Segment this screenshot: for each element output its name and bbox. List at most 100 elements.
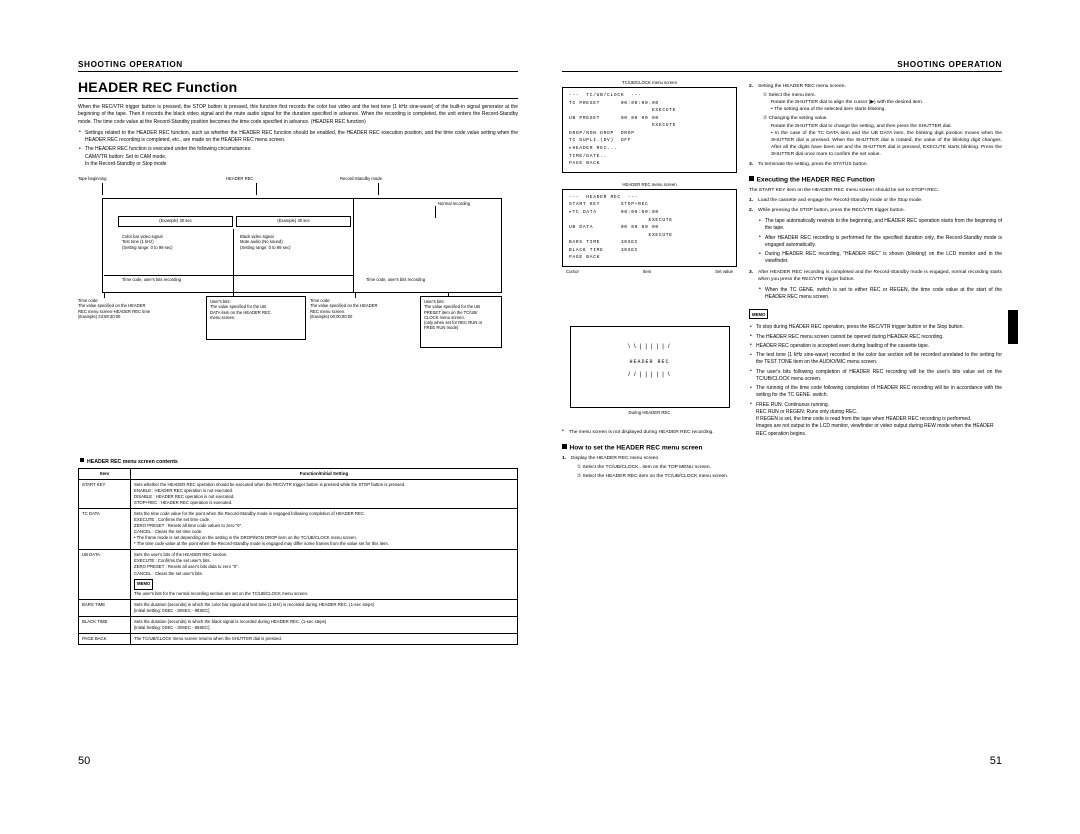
viewfinder-caption: During HEADER REC bbox=[628, 409, 671, 415]
condition-1: CAM/VTR button: Set to CAM mode. bbox=[85, 153, 167, 160]
substep: ① Select the TC/UB/CLOCK.. item on the T… bbox=[571, 464, 737, 471]
list-item: The running of the time code following c… bbox=[749, 385, 1002, 400]
substep-detail: Rotate the SHUTTER dial to change the se… bbox=[771, 123, 952, 129]
step-text: Load the cassette and engage the Record-… bbox=[758, 197, 923, 203]
desc-line: * The time code value at the point when … bbox=[134, 541, 389, 547]
diagram-label-header-rec: HEADER REC bbox=[226, 176, 254, 181]
tick-d bbox=[435, 206, 436, 218]
leader-1 bbox=[104, 293, 105, 298]
list-item: 3. After HEADER REC recording is complet… bbox=[749, 269, 1002, 302]
legend-item: Item bbox=[642, 268, 652, 274]
row-desc: Sets the duration (seconds) in which the… bbox=[130, 598, 518, 617]
how-to-steps: 1. Display the HEADER REC menu screen. ①… bbox=[562, 455, 737, 480]
list-item: The tape automatically rewinds to the be… bbox=[758, 218, 1002, 233]
circled-1-icon: ① bbox=[763, 92, 768, 98]
substep-text: Changing the setting value. bbox=[768, 116, 828, 122]
tc-ub-clock-menu-screen: --- TC/UB/CLOCK --- TC PRESET 00:00:00:0… bbox=[562, 87, 737, 173]
step-number: 1. bbox=[749, 197, 754, 203]
leader-2 bbox=[233, 293, 234, 296]
note-1-box: Time code: The value specified on the HE… bbox=[78, 298, 208, 342]
table-row: START KEY Sets whether the HEADER REC op… bbox=[78, 479, 518, 510]
desc-line: [Initial Setting: 0SEC - 30SEC - 99SEC] bbox=[134, 624, 210, 630]
step-bullets: The tape automatically rewinds to the be… bbox=[758, 218, 1002, 266]
legend-cursor: Cursor bbox=[566, 268, 579, 274]
running-head-right: SHOOTING OPERATION bbox=[897, 60, 1002, 69]
list-item: During HEADER REC recording, "HEADER REC… bbox=[758, 251, 1002, 266]
desc-line: STOP+REC : HEADER REC operation is execu… bbox=[134, 500, 233, 506]
step-bullets: When the TC GENE. switch is set to eithe… bbox=[758, 286, 1002, 302]
tick-b bbox=[256, 183, 257, 195]
row-item: START KEY bbox=[78, 479, 131, 510]
table-row: UB DATA Sets the user's bits of the HEAD… bbox=[78, 549, 518, 600]
substep-detail: • In the case of the TC DATA item and th… bbox=[771, 130, 1002, 157]
note-4-box: User's bits: The value specified for the… bbox=[420, 296, 502, 348]
row-item: BLACK TIME bbox=[78, 615, 131, 634]
square-bullet-icon bbox=[80, 458, 84, 462]
bullet-icon: • bbox=[562, 428, 564, 435]
list-item: HEADER REC operation is accepted even du… bbox=[749, 342, 1002, 350]
step-number: 2. bbox=[749, 207, 754, 213]
substep: ② Changing the setting value. Rotate the… bbox=[758, 115, 1002, 158]
section-heading-how-to-set: How to set the HEADER REC menu screen bbox=[562, 444, 737, 452]
step-number: 3. bbox=[749, 162, 754, 168]
note-2-box: User's bits: The value specified for the… bbox=[206, 296, 306, 340]
diagram-label-example-30a: (Example) 30 sec bbox=[159, 217, 192, 223]
memo-extra-4: Images are not output to the LCD monitor… bbox=[756, 423, 994, 437]
circled-2-icon: ② bbox=[577, 472, 582, 478]
step-number: 1. bbox=[562, 455, 567, 461]
col-header-item: Item bbox=[78, 467, 131, 481]
diagram-label-record-standby: Record-Standby mode bbox=[340, 176, 382, 181]
head-rule-right bbox=[562, 71, 1002, 72]
table-row: BLACK TIME Sets the duration (seconds) i… bbox=[78, 615, 518, 634]
list-item: The test tone (1 kHz sine-wave) recorded… bbox=[749, 352, 1002, 367]
diagram-label-tcub-left: Time code, user's bits recording bbox=[122, 277, 182, 282]
table-header-row: Item Function/Initial Setting bbox=[78, 467, 518, 481]
tick-c bbox=[378, 183, 379, 195]
note-text: The menu screen is not displayed during … bbox=[569, 429, 714, 435]
memo-extra-1: FREE RUN: Continuous running. bbox=[756, 401, 830, 408]
square-bullet-icon bbox=[562, 444, 567, 449]
step-text: To terminate the setting, press the STAT… bbox=[758, 162, 868, 168]
table-row: TC DATA Sets the time code value for the… bbox=[78, 508, 518, 551]
desc-line: CANCEL : Clears the set user's bits. bbox=[134, 570, 203, 576]
substep-detail: Rotate the SHUTTER dial to align the cur… bbox=[771, 100, 924, 106]
list-item: The HEADER REC menu screen cannot be ope… bbox=[749, 333, 1002, 341]
memo-block: MEMO To stop during HEADER REC operation… bbox=[749, 307, 1002, 438]
table-row: BARS TIME Sets the duration (seconds) in… bbox=[78, 598, 518, 617]
section-heading-executing: Executing the HEADER REC Function bbox=[749, 176, 1002, 184]
diagram-label-black: Black video signal Mute audio (No sound)… bbox=[240, 234, 291, 250]
title-rule bbox=[78, 98, 518, 99]
diagram-note-2: User's bits: The value specified for the… bbox=[210, 299, 271, 320]
seg-div-2 bbox=[353, 198, 354, 293]
list-item: 2. Setting the HEADER REC menu screen. ①… bbox=[749, 83, 1002, 158]
list-item: 1. Display the HEADER REC menu screen. ①… bbox=[562, 455, 737, 480]
folio-left: 50 bbox=[78, 755, 91, 767]
ray-top-icon: \ \ | | | | | / bbox=[628, 343, 671, 350]
substep-text: Select the TC/UB/CLOCK.. item on the TOP… bbox=[582, 464, 711, 470]
diagram-label-tape-beginning: Tape beginning bbox=[78, 176, 107, 181]
tcub-line bbox=[104, 275, 354, 276]
section-heading-text: Executing the HEADER REC Function bbox=[756, 176, 875, 184]
menu-contents-table: Item Function/Initial Setting START KEY … bbox=[78, 467, 518, 645]
intro-bullets: Settings related to the HEADER REC funct… bbox=[78, 129, 518, 154]
text-column: 2. Setting the HEADER REC menu screen. ①… bbox=[749, 80, 1002, 480]
diagram-label-colorbar: Color bar video signal Test tone (1 kHz)… bbox=[122, 234, 173, 250]
step-text: Setting the HEADER REC menu screen. bbox=[758, 84, 846, 89]
table-row: PAGE BACK The TC/UB/CLOCK menu screen re… bbox=[78, 632, 518, 645]
desc-line: The TC/UB/CLOCK menu screen returns when… bbox=[134, 635, 282, 641]
row-desc: Sets the user's bits of the HEADER REC s… bbox=[130, 549, 518, 600]
screens-column: TC/UB/CLOCK menu screen --- TC/UB/CLOCK … bbox=[562, 80, 737, 480]
right-column: SHOOTING OPERATION TC/UB/CLOCK menu scre… bbox=[562, 60, 1018, 480]
substep-text: Select the HEADER REC item on the TC/UB/… bbox=[582, 473, 729, 479]
viewfinder-text: HEADER REC bbox=[629, 358, 670, 365]
list-item: The user's bits following completion of … bbox=[749, 368, 1002, 384]
substep-text: Select the menu item. bbox=[768, 93, 816, 99]
note-3-box: Time code: The value specified on the HE… bbox=[310, 298, 420, 342]
list-item: When the TC GENE. switch is set to eithe… bbox=[758, 286, 1002, 302]
screen2-caption: HEADER REC menu screen bbox=[622, 181, 677, 187]
row-item: UB DATA bbox=[78, 549, 131, 600]
memo-label: MEMO bbox=[134, 578, 154, 590]
diagram-label-tcub-right: Time code, user's bits recording bbox=[366, 277, 426, 282]
substep: ① Select the menu item. Rotate the SHUTT… bbox=[758, 92, 1002, 113]
left-column: SHOOTING OPERATION HEADER REC Function W… bbox=[78, 60, 518, 645]
